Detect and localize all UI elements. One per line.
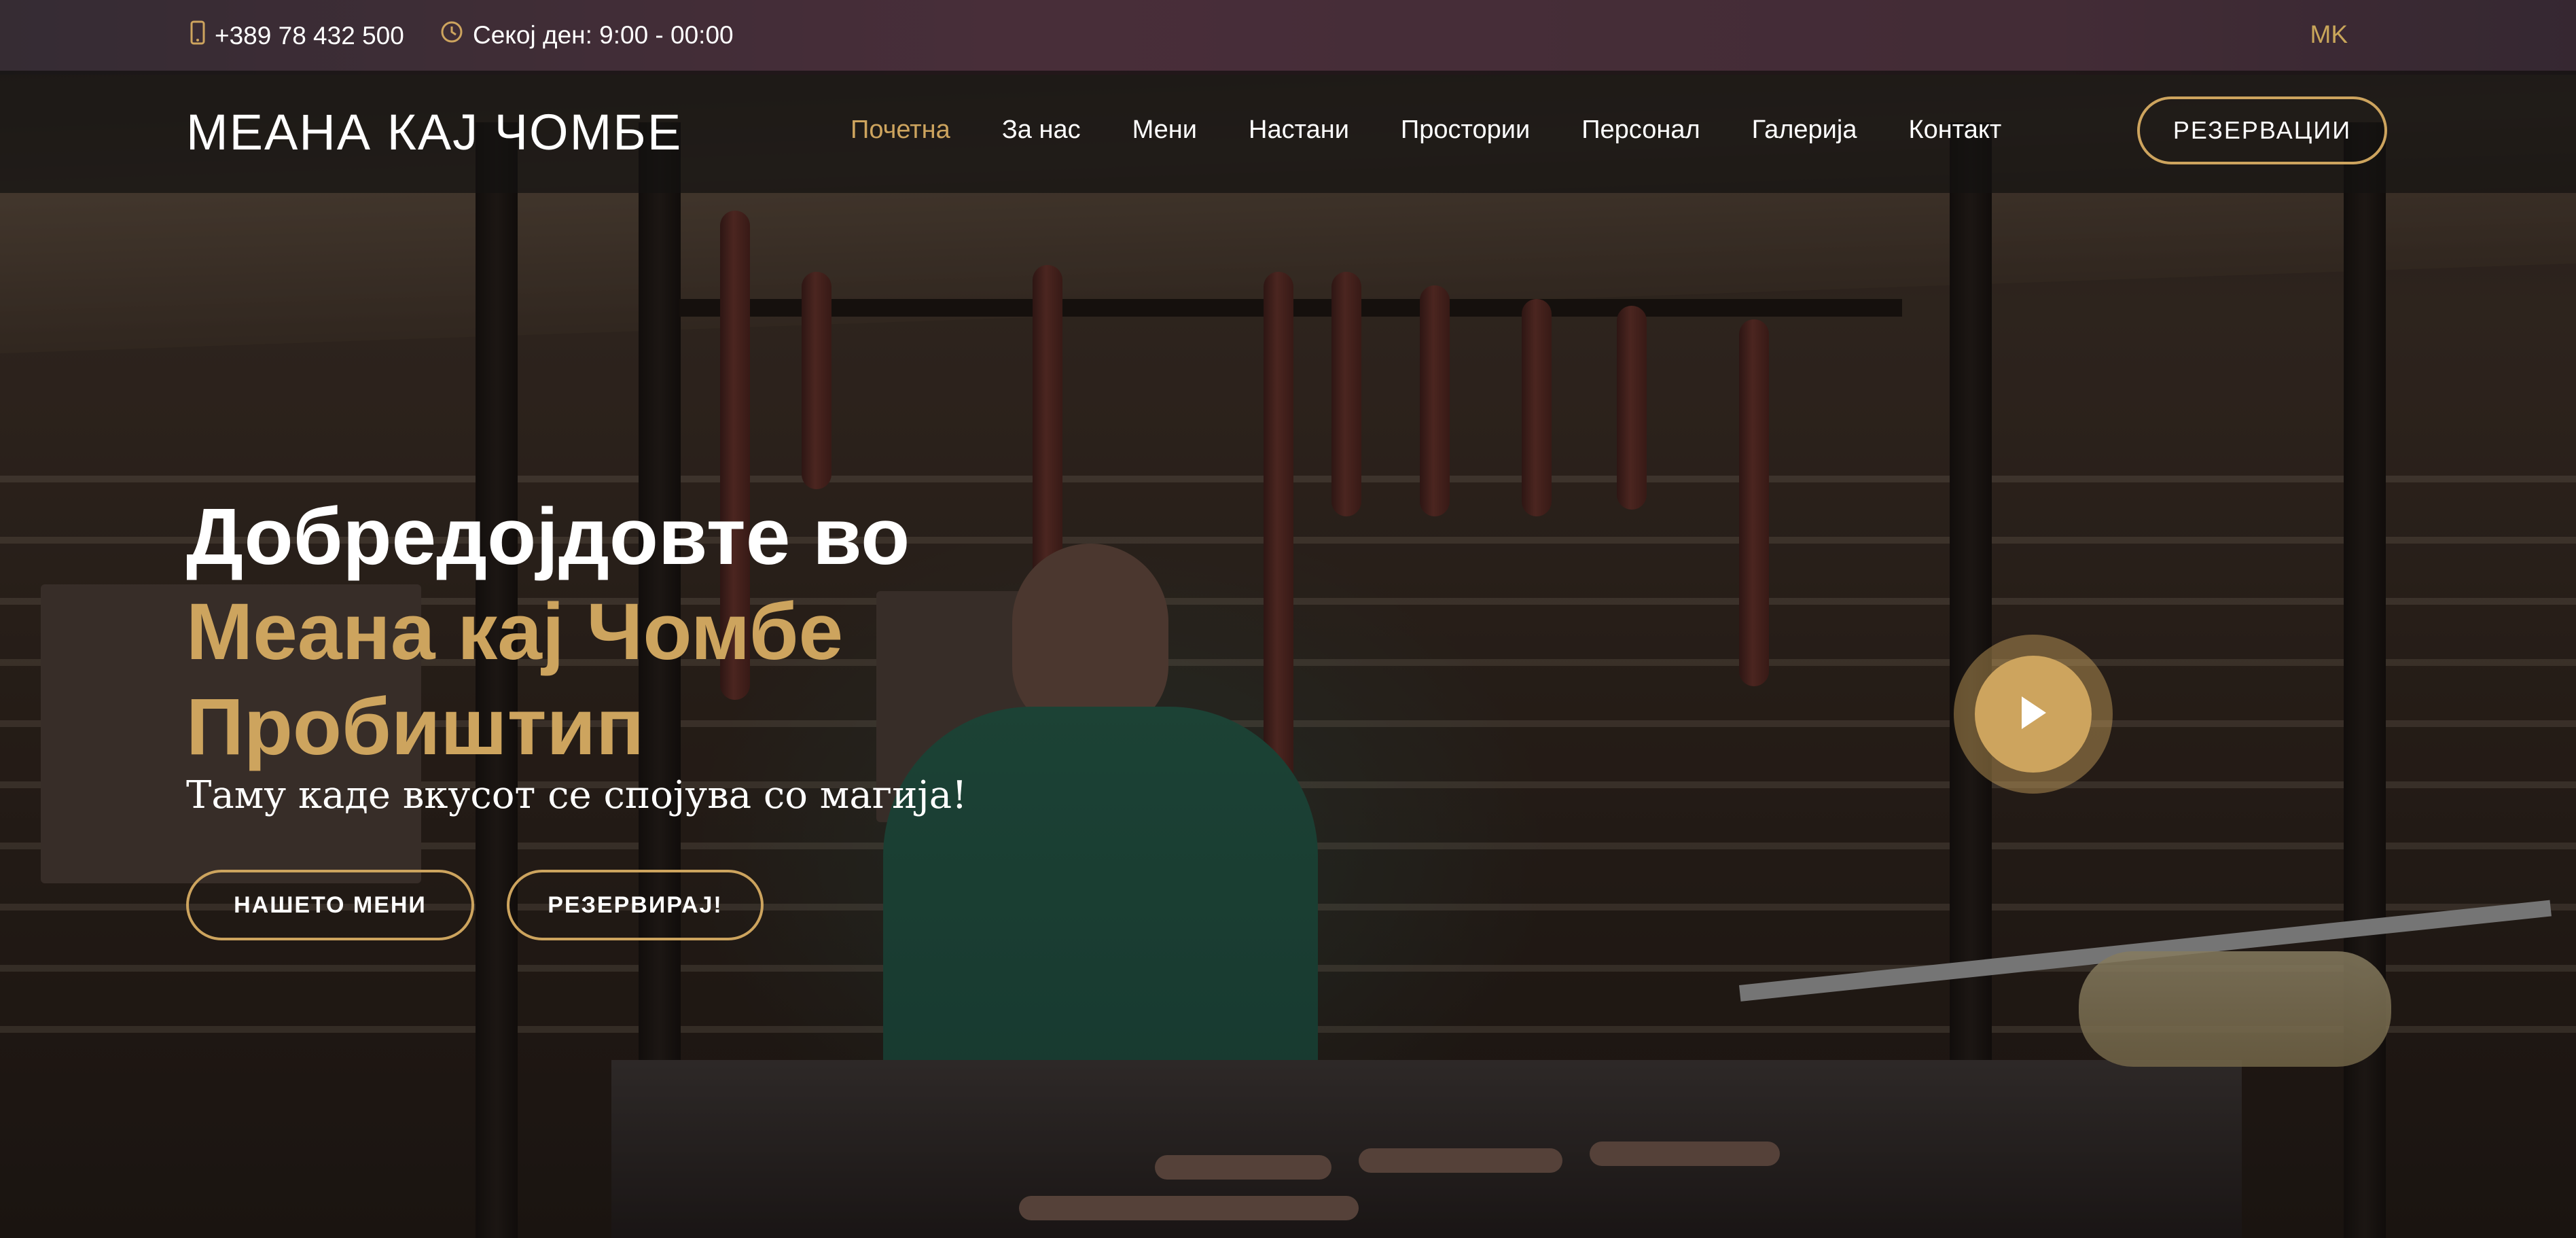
hours-text: Секој ден: 9:00 - 00:00 xyxy=(473,20,734,49)
clock-icon xyxy=(440,20,463,50)
top-info-bar: +389 78 432 500 Секој ден: 9:00 - 00:00 … xyxy=(0,0,2576,71)
hero-headline-city: Пробиштип xyxy=(186,682,645,772)
reserve-button[interactable]: РЕЗЕРВИРАЈ! xyxy=(507,870,764,940)
mobile-phone-icon xyxy=(190,20,205,51)
phone-number: +389 78 432 500 xyxy=(215,21,404,50)
nav-item-menu[interactable]: Мени xyxy=(1132,116,1197,145)
hero-tagline: Таму каде вкусот се спојува со магија! xyxy=(186,773,967,817)
nav-item-contact[interactable]: Контакт xyxy=(1908,116,2001,145)
phone-contact[interactable]: +389 78 432 500 xyxy=(190,20,404,51)
play-button-circle[interactable] xyxy=(1975,656,2092,773)
play-icon xyxy=(2016,694,2050,735)
nav-item-about[interactable]: За нас xyxy=(1002,116,1081,145)
hero-headline-restaurant-name: Меана кај Чомбе xyxy=(186,587,844,677)
opening-hours: Секој ден: 9:00 - 00:00 xyxy=(440,20,734,50)
our-menu-button[interactable]: НАШЕТО МЕНИ xyxy=(186,870,474,940)
site-logo[interactable]: МЕАНА КАЈ ЧОМБЕ xyxy=(186,103,682,161)
main-navbar: МЕАНА КАЈ ЧОМБЕ Почетна За нас Мени Наст… xyxy=(0,71,2576,193)
hero-headline-line1: Добредојдовте во xyxy=(186,492,910,582)
nav-item-rooms[interactable]: Простории xyxy=(1401,116,1530,145)
hero-headline: Добредојдовте во Меана кај Чомбе Пробишт… xyxy=(186,489,910,775)
nav-item-home[interactable]: Почетна xyxy=(851,116,950,145)
reservations-button[interactable]: РЕЗЕРВАЦИИ xyxy=(2137,96,2387,164)
nav-item-gallery[interactable]: Галерија xyxy=(1752,116,1857,145)
language-switcher[interactable]: MK xyxy=(2310,20,2348,49)
nav-item-events[interactable]: Настани xyxy=(1249,116,1349,145)
video-play-button[interactable] xyxy=(1954,635,2113,794)
nav-item-staff[interactable]: Персонал xyxy=(1581,116,1700,145)
main-navigation: Почетна За нас Мени Настани Простории Пе… xyxy=(851,116,2053,145)
